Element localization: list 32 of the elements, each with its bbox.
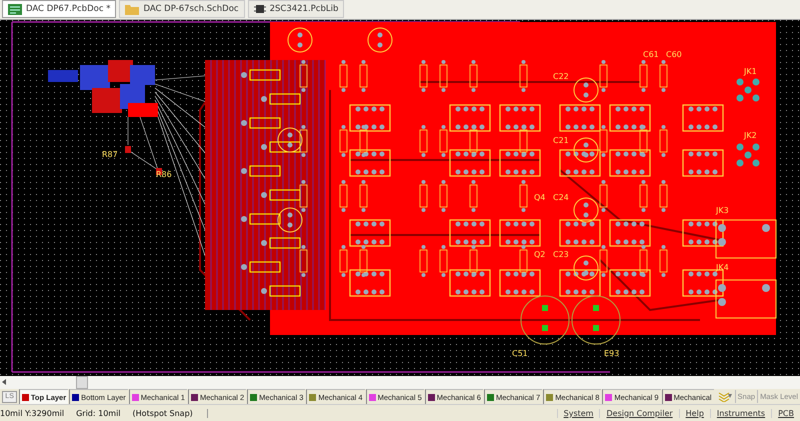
designator-label: C51 <box>512 348 528 358</box>
designator-label: C22 <box>553 72 569 81</box>
designator-label: JK2 <box>744 130 757 140</box>
designator-label: R87 <box>102 150 118 159</box>
panel-button[interactable]: Design Compiler <box>599 408 679 418</box>
scroll-left-arrow-icon[interactable] <box>2 379 6 386</box>
designator-label: JK3 <box>716 206 729 215</box>
designator-label: Q4 <box>534 192 546 202</box>
designator-label: C21 <box>553 136 569 145</box>
designator-label: Q2 <box>534 250 546 259</box>
document-tab[interactable]: DAC DP-67sch.SchDoc <box>119 0 245 18</box>
designator-label: C60 <box>666 50 682 59</box>
snap-mode: (Hotspot Snap) <box>132 408 208 418</box>
panel-button[interactable]: Instruments <box>710 408 772 418</box>
designator-label: C24 <box>553 192 569 202</box>
panel-button[interactable]: Help <box>678 408 710 418</box>
folder-icon <box>125 4 140 15</box>
panel-button[interactable]: PCB <box>771 408 800 418</box>
chip-icon <box>254 3 266 16</box>
cursor-coordinates: 10mil Y:3290mil <box>0 408 64 418</box>
designator-label: E93 <box>604 348 620 358</box>
document-tab[interactable]: 2SC3421.PcbLib <box>248 0 344 18</box>
designator-label: C23 <box>553 250 569 259</box>
designator-label: R86 <box>156 170 172 179</box>
designator-label: C61 <box>643 50 659 59</box>
layers-icon[interactable] <box>718 391 732 402</box>
document-tab[interactable]: DAC DP67.PcbDoc * <box>2 0 116 18</box>
designator-label: JK1 <box>744 66 757 76</box>
scrollbar-thumb[interactable] <box>76 376 88 389</box>
designator-label: JK4 <box>716 262 729 272</box>
panel-button[interactable]: System <box>556 408 600 418</box>
grid-size: Grid: 10mil <box>76 408 121 418</box>
